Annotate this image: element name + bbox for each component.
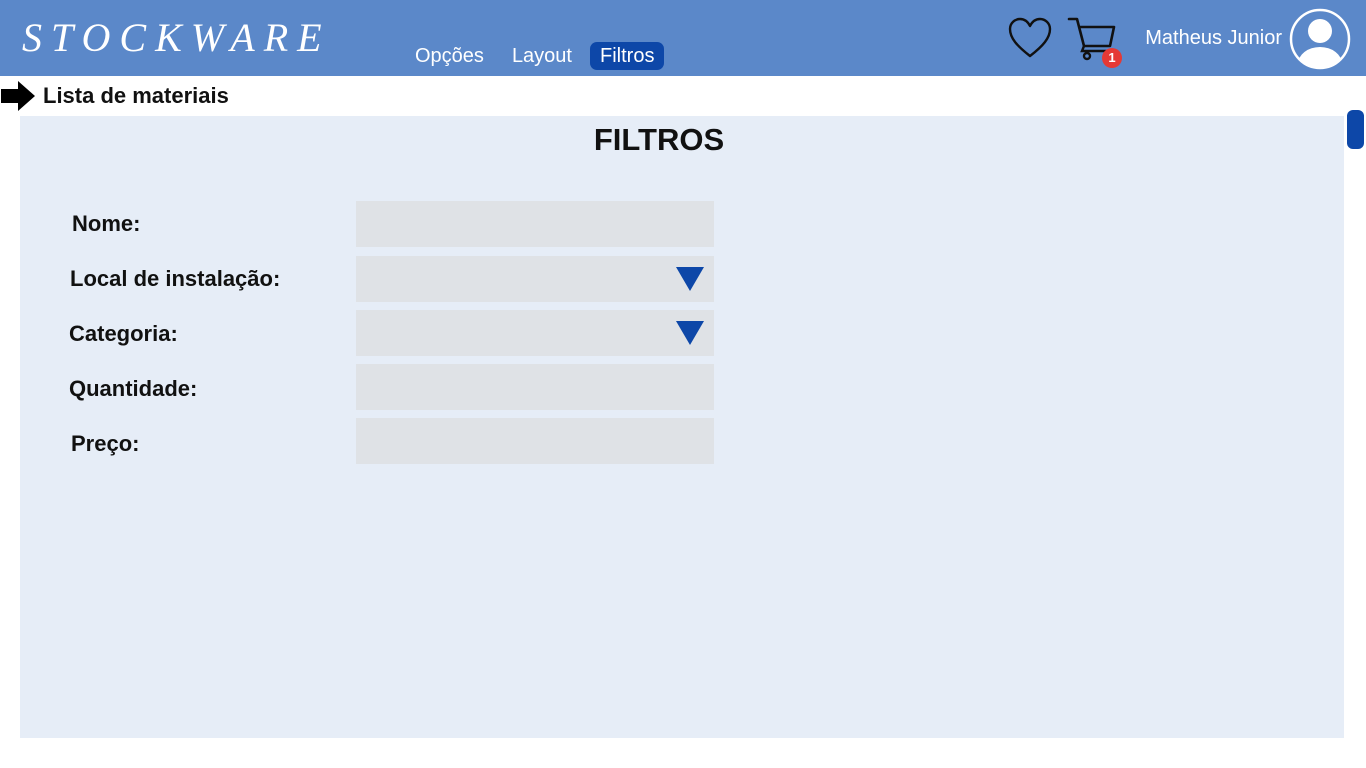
nome-input[interactable] — [356, 201, 714, 247]
cart-button[interactable]: 1 — [1066, 13, 1126, 69]
user-name[interactable]: Matheus Junior — [1145, 26, 1282, 50]
breadcrumb: Lista de materiais — [0, 80, 229, 112]
preco-input[interactable] — [356, 418, 714, 464]
field-label-preco: Preço: — [71, 431, 140, 456]
nav-opcoes[interactable]: Opções — [405, 42, 494, 70]
filters-title: FILTROS — [593, 122, 725, 157]
field-label-local: Local de instalação: — [70, 266, 281, 291]
top-navigation-bar: STOCKWARE Opções Layout Filtros 1 Matheu… — [0, 0, 1366, 76]
arrow-right-icon — [1, 81, 35, 111]
nav-filtros[interactable]: Filtros — [590, 42, 665, 70]
brand-logo[interactable]: STOCKWARE — [22, 14, 331, 62]
dropdown-arrow-icon — [676, 321, 704, 345]
field-label-quantidade: Quantidade: — [69, 376, 198, 401]
local-instalacao-select[interactable] — [356, 256, 714, 302]
scrollbar-thumb[interactable] — [1347, 110, 1364, 149]
nav-layout[interactable]: Layout — [502, 42, 582, 70]
field-label-nome: Nome: — [72, 211, 141, 236]
breadcrumb-label[interactable]: Lista de materiais — [43, 81, 229, 111]
quantidade-input[interactable] — [356, 364, 714, 410]
categoria-select[interactable] — [356, 310, 714, 356]
field-label-categoria: Categoria: — [69, 321, 178, 346]
heart-icon[interactable] — [1007, 16, 1053, 60]
cart-count-badge: 1 — [1102, 48, 1122, 68]
dropdown-arrow-icon — [676, 267, 704, 291]
filters-panel: FILTROS Nome: Local de instalação: Categ… — [20, 116, 1344, 738]
avatar-icon[interactable] — [1289, 8, 1351, 70]
main-nav: Opções Layout Filtros — [405, 42, 672, 70]
